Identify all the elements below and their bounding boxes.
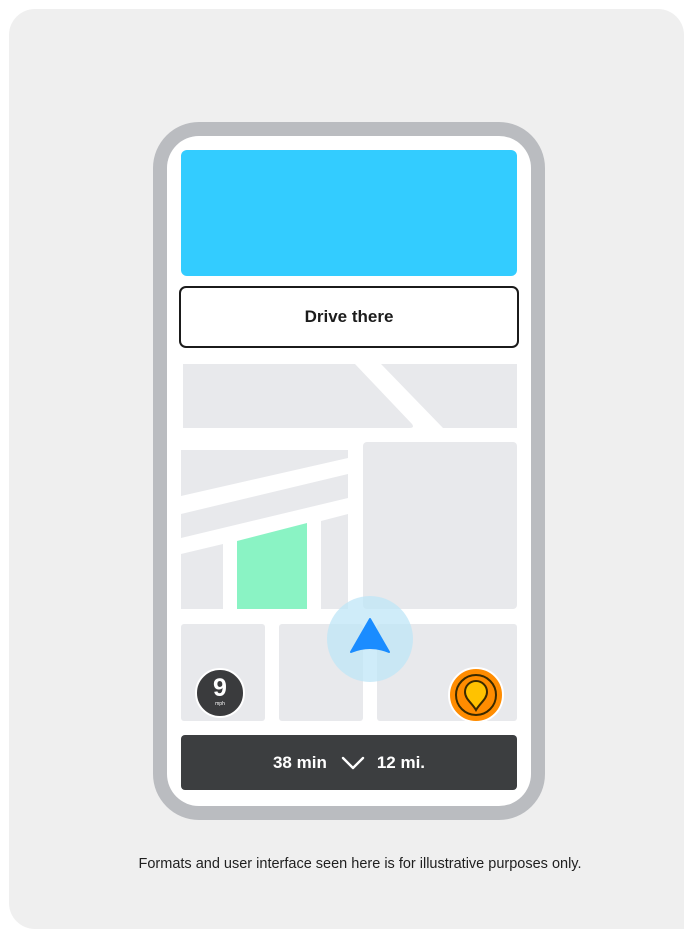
speed-unit: mph — [215, 701, 225, 707]
navigation-arrow-icon — [327, 596, 413, 682]
phone-screen: Drive there 9 mph 38 min 12 mi. — [167, 136, 531, 806]
map-block — [181, 544, 223, 609]
speed-value: 9 — [213, 674, 227, 702]
location-pin-icon[interactable] — [447, 666, 505, 724]
disclaimer-caption: Formats and user interface seen here is … — [138, 856, 582, 872]
trip-summary-bar[interactable]: 38 min 12 mi. — [181, 735, 517, 790]
chevron-down-icon — [341, 756, 365, 769]
drive-there-button[interactable]: Drive there — [179, 286, 519, 348]
speed-indicator: 9 mph — [194, 667, 246, 719]
trip-distance: 12 mi. — [376, 752, 426, 772]
map-block — [363, 442, 517, 609]
instruction-banner — [181, 150, 517, 276]
map-block — [183, 364, 413, 428]
map-park — [237, 523, 307, 609]
trip-duration: 38 min — [272, 752, 327, 772]
